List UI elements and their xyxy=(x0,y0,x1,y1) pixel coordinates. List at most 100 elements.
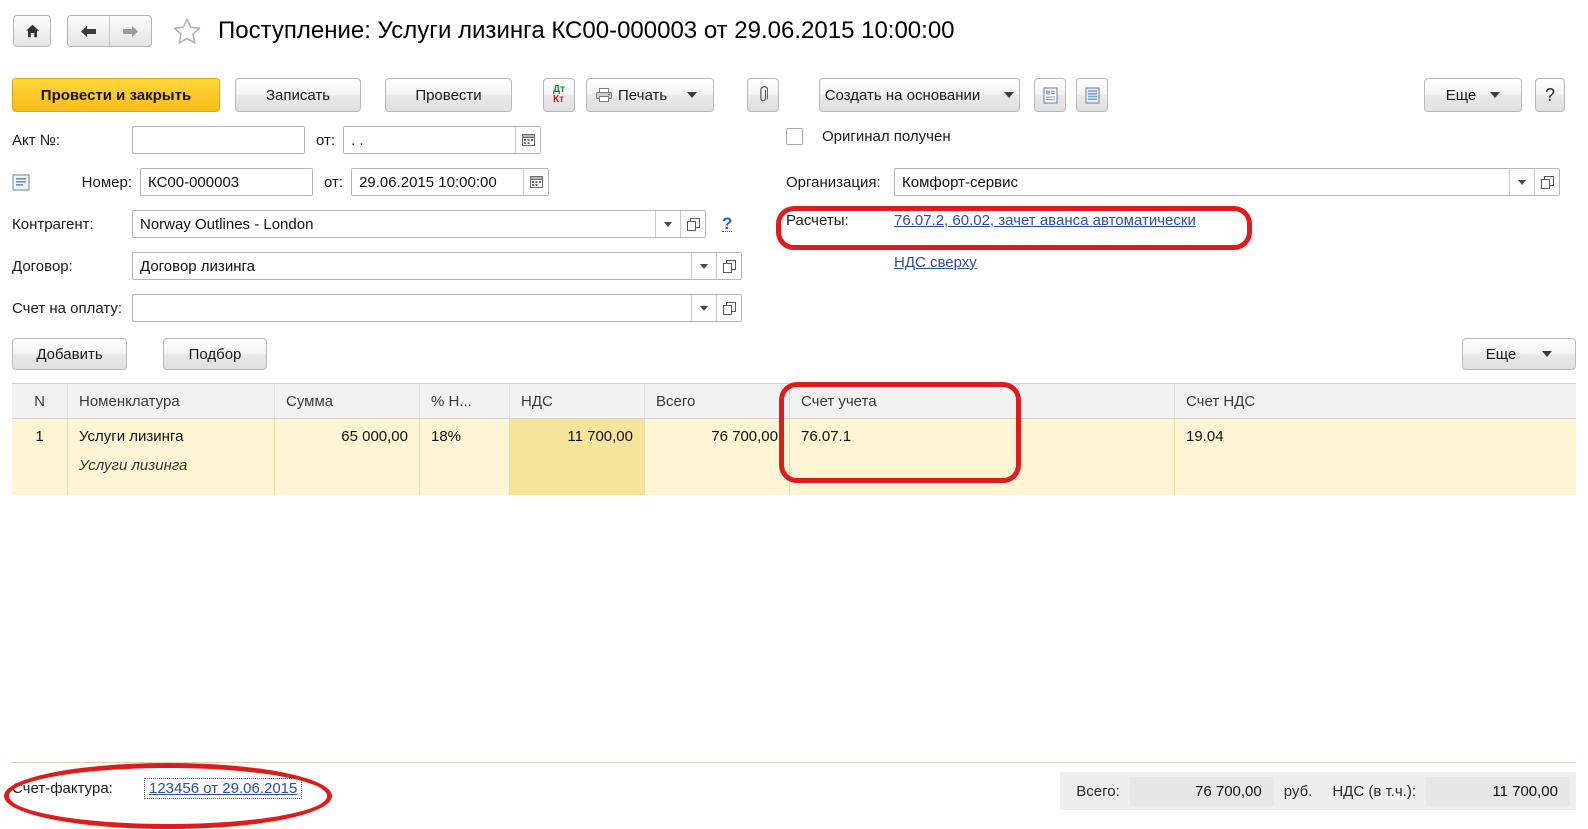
table-header-row: N Номенклатура Сумма % Н... НДС Всего Сч… xyxy=(12,383,1576,419)
report-document-icon xyxy=(1042,86,1058,104)
post-and-close-button[interactable]: Провести и закрыть xyxy=(12,78,220,112)
chevron-down-icon xyxy=(1518,179,1526,185)
organization-field[interactable]: Комфорт-сервис xyxy=(894,168,1560,196)
column-header-vat-percent[interactable]: % Н... xyxy=(420,384,510,418)
calendar-icon xyxy=(521,134,535,146)
select-items-button[interactable]: Подбор xyxy=(163,338,267,370)
payment-invoice-dropdown-button[interactable] xyxy=(692,295,716,321)
star-icon xyxy=(173,17,201,44)
column-header-vat-account[interactable]: Счет НДС xyxy=(1175,384,1576,418)
open-form-icon xyxy=(722,301,736,315)
column-header-amount[interactable]: Сумма xyxy=(275,384,420,418)
settlements-link[interactable]: 76.07.2, 60.02, зачет аванса автоматичес… xyxy=(894,212,1196,229)
save-button[interactable]: Записать xyxy=(235,78,361,112)
print-button[interactable]: Печать xyxy=(586,78,714,112)
forward-button[interactable] xyxy=(109,16,151,46)
organization-open-button[interactable] xyxy=(1535,169,1559,195)
act-number-label: Акт №: xyxy=(12,131,61,149)
act-date-label: от: xyxy=(316,131,336,149)
invoice-label: Счет-фактура: xyxy=(12,780,113,797)
table-more-menu-button[interactable]: Еще xyxy=(1462,338,1576,370)
report-button[interactable] xyxy=(1034,78,1066,112)
column-header-n[interactable]: N xyxy=(12,384,68,418)
table-more-label: Еще xyxy=(1485,345,1517,363)
create-based-on-button[interactable]: Создать на основании xyxy=(819,78,1020,112)
footer-divider xyxy=(12,762,1576,763)
open-form-icon xyxy=(1540,175,1554,189)
calendar-icon xyxy=(529,176,543,188)
chevron-down-icon xyxy=(687,92,698,98)
dtkt-kt-label: Кт xyxy=(552,94,564,105)
page-title: Поступление: Услуги лизинга КС00-000003 … xyxy=(218,17,955,44)
register-records-button[interactable] xyxy=(1076,78,1108,112)
table-row[interactable]: 1 Услуги лизинга Услуги лизинга 65 000,0… xyxy=(12,419,1576,495)
document-icon-wrap[interactable] xyxy=(12,173,36,191)
column-header-total[interactable]: Всего xyxy=(645,384,790,418)
original-received-checkbox[interactable] xyxy=(786,128,803,145)
contract-open-button[interactable] xyxy=(717,253,741,279)
add-row-button[interactable]: Добавить xyxy=(12,338,127,370)
settlements-label: Расчеты: xyxy=(786,212,849,229)
act-date-field[interactable]: . . xyxy=(343,126,542,154)
organization-dropdown-button[interactable] xyxy=(1510,169,1534,195)
total-value: 76 700,00 xyxy=(1129,776,1274,806)
number-date-field[interactable]: 29.06.2015 10:00:00 xyxy=(351,168,550,196)
number-input[interactable]: КС00-000003 xyxy=(140,168,313,196)
post-button[interactable]: Провести xyxy=(385,78,512,112)
navigation-buttons xyxy=(67,15,152,47)
act-date-calendar-button[interactable] xyxy=(516,127,541,153)
column-header-item[interactable]: Номенклатура xyxy=(68,384,275,418)
invoice-link[interactable]: 123456 от 29.06.2015 xyxy=(144,778,303,799)
organization-input[interactable]: Комфорт-сервис xyxy=(895,169,1509,195)
home-button[interactable] xyxy=(13,15,51,47)
print-label: Печать xyxy=(618,86,668,104)
counterparty-dropdown-button[interactable] xyxy=(656,211,680,237)
contract-field[interactable]: Договор лизинга xyxy=(132,252,742,280)
help-button[interactable]: ? xyxy=(1535,78,1565,112)
title-bar: Поступление: Услуги лизинга КС00-000003 … xyxy=(0,0,1588,62)
counterparty-help-icon[interactable]: ? xyxy=(722,215,733,232)
dtkt-report-button[interactable]: Дт Кт xyxy=(543,78,575,112)
document-icon xyxy=(12,173,30,191)
items-table: N Номенклатура Сумма % Н... НДС Всего Сч… xyxy=(12,383,1576,495)
add-to-favorites-button[interactable] xyxy=(170,14,204,48)
back-button[interactable] xyxy=(68,16,109,46)
command-bar: Провести и закрыть Записать Провести Дт … xyxy=(0,78,1588,116)
home-icon xyxy=(25,24,39,38)
cell-item-subtext: Услуги лизинга xyxy=(79,457,188,474)
table-toolbar: Добавить Подбор Еще xyxy=(0,338,1588,370)
act-date-input[interactable]: . . xyxy=(344,127,515,153)
column-header-account[interactable]: Счет учета xyxy=(790,384,1175,418)
counterparty-field[interactable]: Norway Outlines - London xyxy=(132,210,706,238)
number-date-calendar-button[interactable] xyxy=(524,169,549,195)
vat-mode-row: НДС сверху xyxy=(894,254,977,271)
contract-row: Договор: Договор лизинга xyxy=(12,252,742,280)
chevron-down-icon xyxy=(664,221,672,227)
column-header-vat[interactable]: НДС xyxy=(510,384,645,418)
payment-invoice-label: Счет на оплату: xyxy=(12,299,123,317)
create-based-on-label: Создать на основании xyxy=(824,86,981,104)
open-form-icon xyxy=(686,217,700,231)
chevron-down-icon xyxy=(700,263,708,269)
cell-account: 76.07.1 xyxy=(801,428,852,445)
contract-input[interactable]: Договор лизинга xyxy=(133,253,691,279)
cell-total: 76 700,00 xyxy=(711,428,778,445)
cell-vat-percent: 18% xyxy=(431,428,462,445)
payment-invoice-input[interactable] xyxy=(133,295,691,321)
chevron-down-icon xyxy=(1004,92,1015,98)
counterparty-input[interactable]: Norway Outlines - London xyxy=(133,211,655,237)
vat-total-value: 11 700,00 xyxy=(1426,776,1570,806)
vat-mode-link[interactable]: НДС сверху xyxy=(894,254,977,271)
counterparty-open-button[interactable] xyxy=(681,211,705,237)
payment-invoice-open-button[interactable] xyxy=(717,295,741,321)
more-menu-button[interactable]: Еще xyxy=(1424,78,1522,112)
attach-file-button[interactable] xyxy=(747,78,779,112)
act-number-input[interactable] xyxy=(132,126,305,154)
cell-vat-account: 19.04 xyxy=(1186,428,1224,445)
vat-total-label: НДС (в т.ч.): xyxy=(1332,782,1416,800)
number-date-input[interactable]: 29.06.2015 10:00:00 xyxy=(352,169,523,195)
paperclip-icon xyxy=(759,86,768,102)
contract-dropdown-button[interactable] xyxy=(692,253,716,279)
total-label: Всего: xyxy=(1076,782,1120,800)
payment-invoice-field[interactable] xyxy=(132,294,742,322)
